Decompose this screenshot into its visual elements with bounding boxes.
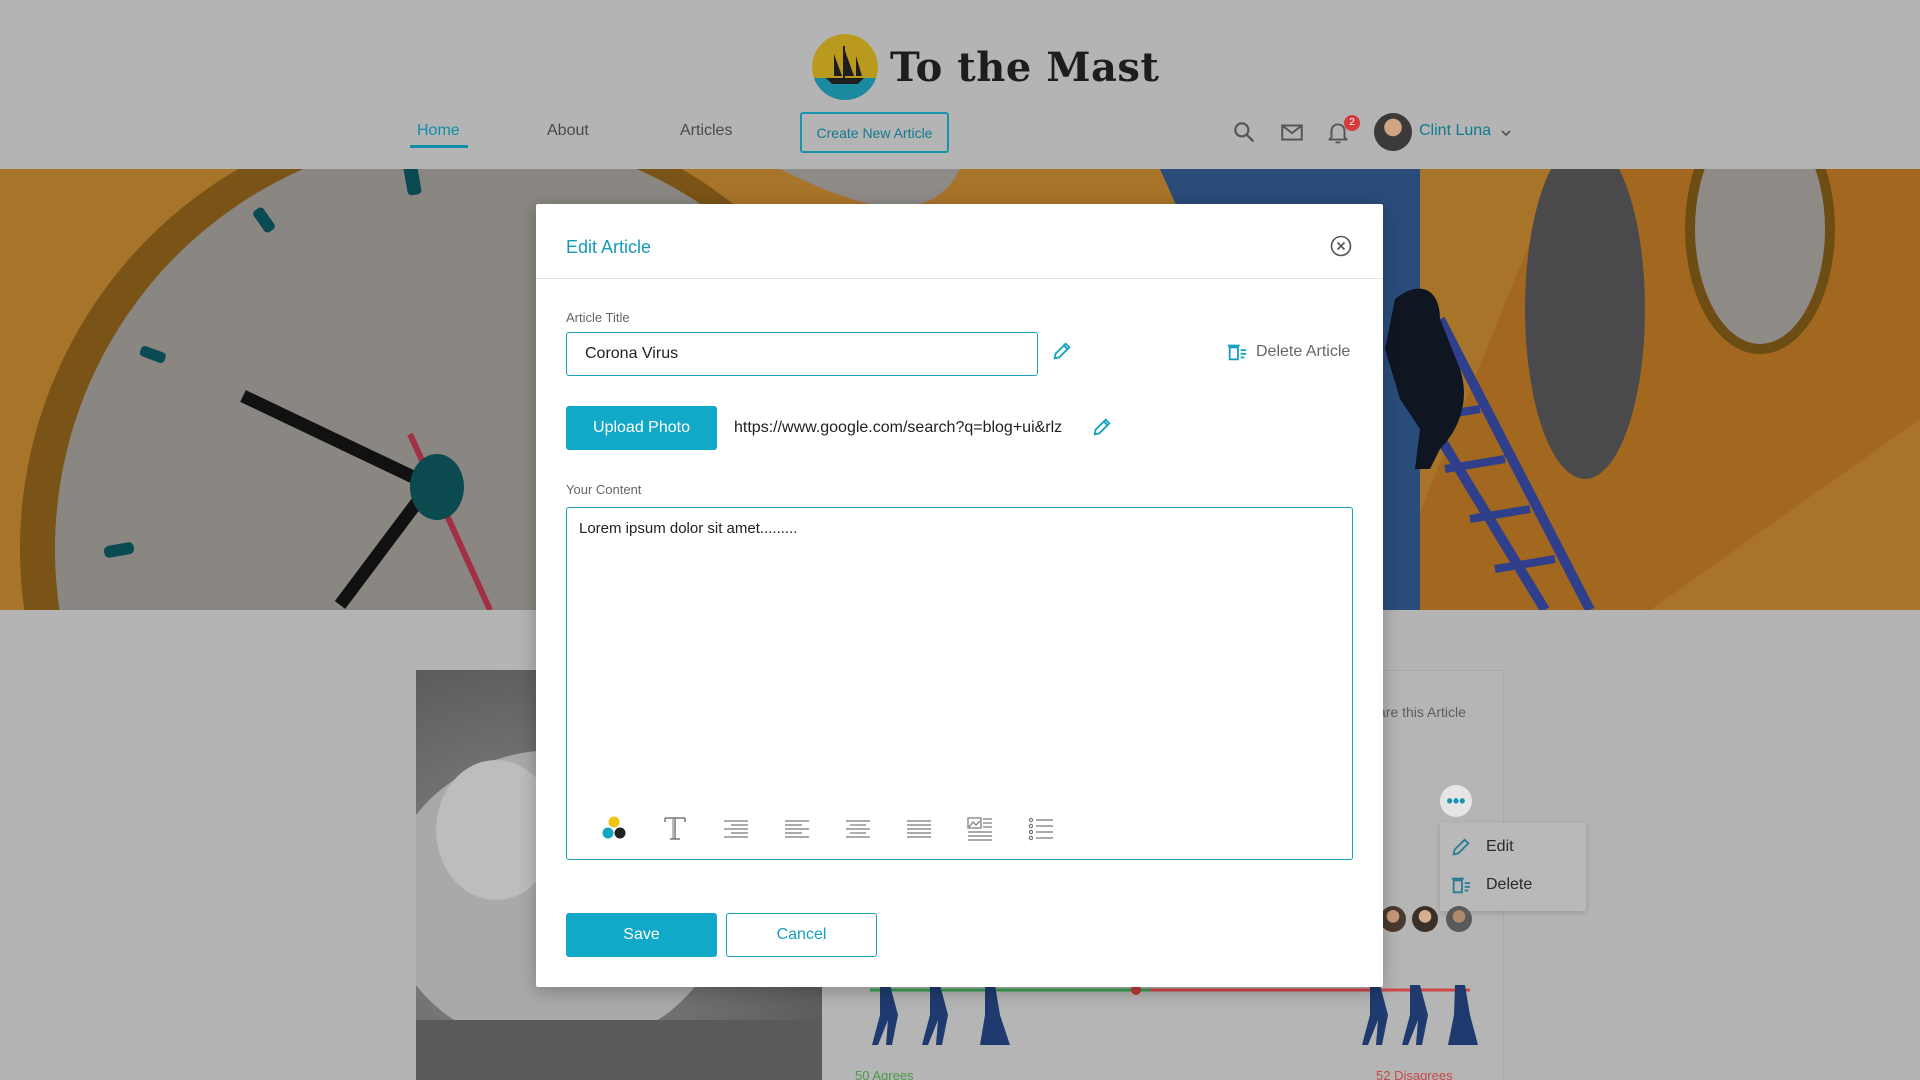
article-context-menu: Edit Delete xyxy=(1440,823,1586,911)
share-article-text[interactable]: are this Article xyxy=(1378,704,1466,720)
edit-url-pencil-icon[interactable] xyxy=(1091,416,1113,438)
content-label: Your Content xyxy=(566,482,642,497)
notification-badge: 2 xyxy=(1344,115,1360,131)
chevron-down-icon[interactable] xyxy=(1500,127,1512,139)
voter-avatar xyxy=(1380,906,1406,932)
content-editor[interactable]: Lorem ipsum dolor sit amet......... xyxy=(566,507,1353,860)
content-text[interactable]: Lorem ipsum dolor sit amet......... xyxy=(579,520,797,537)
align-justify-icon[interactable] xyxy=(888,810,949,846)
edit-article-modal: Edit Article Article Title Delete Articl… xyxy=(536,204,1383,987)
edit-title-pencil-icon[interactable] xyxy=(1051,340,1073,362)
nav-active-underline xyxy=(410,145,468,148)
nav-home[interactable]: Home xyxy=(417,122,460,140)
site-header: To the Mast Home About Articles Create N… xyxy=(0,0,1920,169)
editor-toolbar xyxy=(583,808,1071,848)
text-style-icon[interactable] xyxy=(644,810,705,846)
menu-item-delete[interactable]: Delete xyxy=(1440,867,1586,903)
close-icon[interactable] xyxy=(1329,234,1353,258)
more-options-button[interactable]: ••• xyxy=(1440,785,1472,817)
modal-title: Edit Article xyxy=(566,237,652,257)
align-left-icon[interactable] xyxy=(766,810,827,846)
delete-article-label: Delete Article xyxy=(1256,343,1351,360)
create-new-article-button[interactable]: Create New Article xyxy=(800,112,949,153)
tug-of-war-illustration xyxy=(870,985,1478,1045)
menu-item-delete-label: Delete xyxy=(1486,876,1533,893)
user-name[interactable]: Clint Luna xyxy=(1419,122,1491,140)
avatar[interactable] xyxy=(1374,113,1412,151)
photo-url-text: https://www.google.com/search?q=blog+ui&… xyxy=(734,419,1063,436)
agrees-count[interactable]: 50 Agrees xyxy=(855,1068,914,1080)
delete-article-button[interactable]: Delete Article xyxy=(1226,341,1350,363)
menu-item-edit[interactable]: Edit xyxy=(1440,829,1586,865)
brand-title: To the Mast xyxy=(890,43,1160,91)
voter-avatar xyxy=(1446,906,1472,932)
voter-avatar xyxy=(1412,906,1438,932)
trash-icon xyxy=(1227,344,1247,361)
disagrees-count[interactable]: 52 Disagrees xyxy=(1376,1068,1453,1080)
pencil-icon xyxy=(1452,838,1470,856)
search-icon[interactable] xyxy=(1231,119,1257,145)
list-icon[interactable] xyxy=(1010,810,1071,846)
nav-articles[interactable]: Articles xyxy=(680,122,732,140)
cancel-button[interactable]: Cancel xyxy=(726,913,877,957)
nav-about[interactable]: About xyxy=(547,122,589,140)
article-title-input[interactable] xyxy=(566,332,1038,376)
ship-logo-icon xyxy=(812,34,878,100)
insert-image-icon[interactable] xyxy=(949,810,1010,846)
article-title-label: Article Title xyxy=(566,310,630,325)
align-center-icon[interactable] xyxy=(827,810,888,846)
trash-icon xyxy=(1451,877,1471,894)
color-icon[interactable] xyxy=(583,810,644,846)
save-button[interactable]: Save xyxy=(566,913,717,957)
brand[interactable]: To the Mast xyxy=(812,34,1159,100)
modal-header: Edit Article xyxy=(536,204,1383,279)
mail-icon[interactable] xyxy=(1279,119,1305,145)
menu-item-edit-label: Edit xyxy=(1486,838,1514,855)
align-right-icon[interactable] xyxy=(705,810,766,846)
upload-photo-button[interactable]: Upload Photo xyxy=(566,406,717,450)
